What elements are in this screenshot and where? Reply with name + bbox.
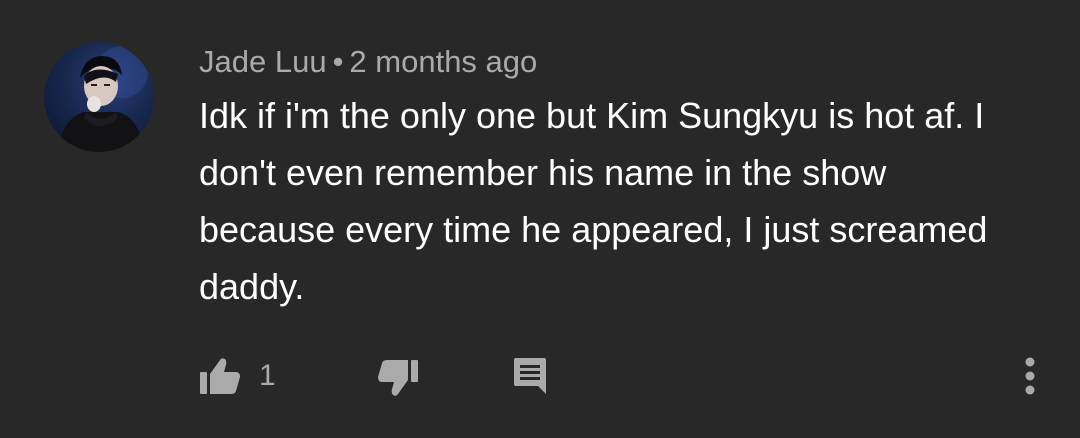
reply-button[interactable] <box>502 352 558 400</box>
thumbs-down-icon <box>378 360 418 396</box>
avatar[interactable] <box>44 42 154 152</box>
more-vertical-icon <box>1025 357 1035 395</box>
author-name[interactable]: Jade Luu <box>199 44 327 79</box>
comment-header: Jade Luu • 2 months ago <box>199 40 537 84</box>
dislike-button[interactable] <box>370 354 426 402</box>
meta-separator: • <box>332 44 344 79</box>
comment-text: Idk if i'm the only one but Kim Sungkyu … <box>199 95 988 307</box>
comment-actions: 1 <box>0 340 1080 410</box>
thumbs-up-icon <box>200 358 240 394</box>
more-options-button[interactable] <box>1010 350 1050 402</box>
like-button[interactable] <box>192 352 248 400</box>
comment-timestamp[interactable]: 2 months ago <box>349 44 537 79</box>
comment-item: Jade Luu • 2 months ago Idk if i'm the onl… <box>0 0 1080 438</box>
reply-comment-icon <box>514 358 546 394</box>
like-count: 1 <box>259 359 276 392</box>
avatar-image <box>58 46 148 152</box>
